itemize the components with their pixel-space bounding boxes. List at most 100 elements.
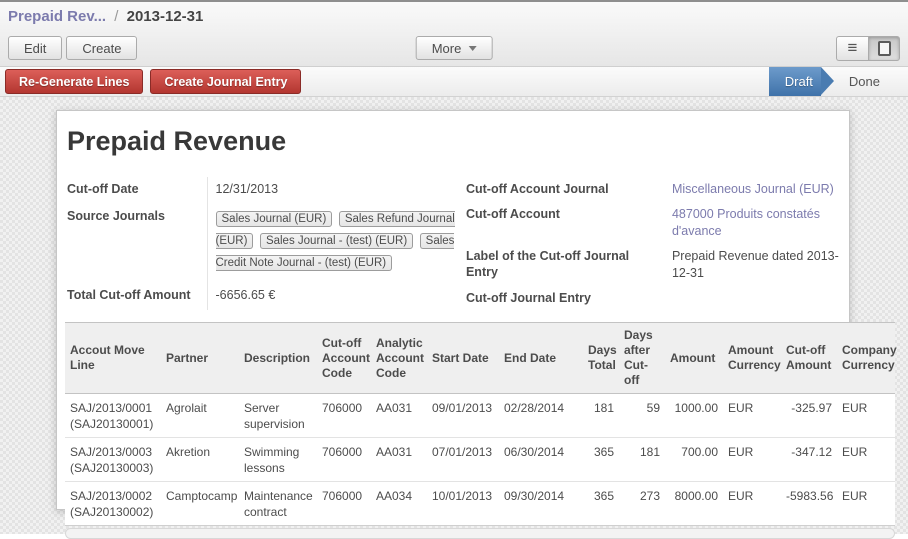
breadcrumb-parent-link[interactable]: Prepaid Rev... xyxy=(8,8,106,25)
cutoff-date-label: Cut-off Date xyxy=(67,177,207,204)
cutoff-account-link[interactable]: 487000 Produits constatés d'avance xyxy=(672,207,820,238)
table-cell[interactable]: SAJ/2013/0001 (SAJ20130001) xyxy=(65,394,161,438)
table-cell[interactable]: 706000 xyxy=(317,438,371,482)
column-header[interactable]: Amount Currency xyxy=(723,323,781,394)
journal-entry-label-value: Prepaid Revenue dated 2013-12-31 xyxy=(664,244,839,286)
table-cell[interactable]: Akretion xyxy=(161,438,239,482)
field-cutoff-account: Cut-off Account 487000 Produits constaté… xyxy=(466,202,839,244)
horizontal-scrollbar[interactable] xyxy=(65,528,895,539)
breadcrumb-separator: / xyxy=(110,8,122,25)
table-cell[interactable]: Maintenance contract xyxy=(239,482,317,526)
table-cell[interactable]: AA034 xyxy=(371,482,427,526)
table-cell[interactable]: 365 xyxy=(583,438,619,482)
table-cell[interactable]: 06/30/2014 xyxy=(499,438,583,482)
total-cutoff-amount-label: Total Cut-off Amount xyxy=(67,283,207,310)
cutoff-account-journal-link[interactable]: Miscellaneous Journal (EUR) xyxy=(672,182,834,196)
create-button[interactable]: Create xyxy=(66,36,137,60)
column-header[interactable]: Partner xyxy=(161,323,239,394)
cutoff-date-value: 12/31/2013 xyxy=(207,177,466,204)
field-cutoff-date: Cut-off Date 12/31/2013 xyxy=(67,177,466,204)
create-journal-entry-button[interactable]: Create Journal Entry xyxy=(150,69,301,94)
table-cell[interactable]: 07/01/2013 xyxy=(427,438,499,482)
toolbar: Edit Create More ≡ xyxy=(0,30,908,66)
table-cell[interactable]: 706000 xyxy=(317,482,371,526)
cutoff-journal-entry-label: Cut-off Journal Entry xyxy=(466,286,664,310)
list-view-button[interactable]: ≡ xyxy=(836,36,868,61)
table-cell[interactable]: 09/01/2013 xyxy=(427,394,499,438)
table-cell[interactable]: 365 xyxy=(583,482,619,526)
column-header[interactable]: Accout Move Line xyxy=(65,323,161,394)
table-cell[interactable]: -347.12 xyxy=(781,438,837,482)
table-cell[interactable]: 59 xyxy=(619,394,665,438)
list-view-icon: ≡ xyxy=(848,39,858,56)
chevron-down-icon xyxy=(468,46,476,51)
table-cell[interactable]: 1000.00 xyxy=(665,394,723,438)
field-cutoff-account-journal: Cut-off Account Journal Miscellaneous Jo… xyxy=(466,177,839,202)
table-cell[interactable]: 273 xyxy=(619,482,665,526)
left-field-group: Cut-off Date 12/31/2013 Source Journals … xyxy=(67,177,466,310)
table-cell[interactable]: 10/01/2013 xyxy=(427,482,499,526)
column-header[interactable]: Cut-off Amount xyxy=(781,323,837,394)
column-header[interactable]: Days after Cut-off xyxy=(619,323,665,394)
table-cell[interactable]: EUR xyxy=(837,394,895,438)
status-step-done: Done xyxy=(835,67,894,96)
table-cell[interactable]: EUR xyxy=(837,482,895,526)
table-cell[interactable]: 09/30/2014 xyxy=(499,482,583,526)
status-step-draft: Draft xyxy=(769,67,821,96)
breadcrumb-current: 2013-12-31 xyxy=(127,8,204,25)
table-cell[interactable]: 02/28/2014 xyxy=(499,394,583,438)
column-header[interactable]: Days Total xyxy=(583,323,619,394)
source-journals-tags: Sales Journal (EUR) Sales Refund Journal… xyxy=(207,204,466,283)
column-header[interactable]: Company Currency xyxy=(837,323,895,394)
form-fields: Cut-off Date 12/31/2013 Source Journals … xyxy=(67,177,839,310)
workflow-bar: Re-Generate Lines Create Journal Entry D… xyxy=(0,66,908,97)
table-cell[interactable]: EUR xyxy=(723,438,781,482)
cutoff-lines-table: Accout Move LinePartnerDescriptionCut-of… xyxy=(65,322,895,526)
column-header[interactable]: Amount xyxy=(665,323,723,394)
table-row[interactable]: SAJ/2013/0001 (SAJ20130001)AgrolaitServe… xyxy=(65,394,895,438)
column-header[interactable]: Analytic Account Code xyxy=(371,323,427,394)
total-cutoff-amount-value: -6656.65 € xyxy=(207,283,466,310)
table-cell[interactable]: -5983.56 xyxy=(781,482,837,526)
form-view-icon xyxy=(878,41,891,56)
cutoff-account-label: Cut-off Account xyxy=(466,202,664,244)
column-header[interactable]: End Date xyxy=(499,323,583,394)
table-cell[interactable]: 181 xyxy=(619,438,665,482)
table-cell[interactable]: 8000.00 xyxy=(665,482,723,526)
table-cell[interactable]: -325.97 xyxy=(781,394,837,438)
column-header[interactable]: Description xyxy=(239,323,317,394)
more-dropdown-button[interactable]: More xyxy=(416,36,493,60)
table-cell[interactable]: 181 xyxy=(583,394,619,438)
field-cutoff-journal-entry: Cut-off Journal Entry xyxy=(466,286,839,310)
table-cell[interactable]: EUR xyxy=(723,394,781,438)
table-cell[interactable]: SAJ/2013/0003 (SAJ20130003) xyxy=(65,438,161,482)
page-title: Prepaid Revenue xyxy=(67,125,839,157)
table-cell[interactable]: 700.00 xyxy=(665,438,723,482)
table-cell[interactable]: Swimming lessons xyxy=(239,438,317,482)
table-row[interactable]: SAJ/2013/0003 (SAJ20130003)AkretionSwimm… xyxy=(65,438,895,482)
statusbar: Draft Done xyxy=(769,67,908,96)
table-cell[interactable]: EUR xyxy=(723,482,781,526)
table-cell[interactable]: EUR xyxy=(837,438,895,482)
column-header[interactable]: Cut-off Account Code xyxy=(317,323,371,394)
table-cell[interactable]: Camptocamp xyxy=(161,482,239,526)
top-chrome: Prepaid Rev... / 2013-12-31 Edit Create … xyxy=(0,0,908,66)
regenerate-lines-button[interactable]: Re-Generate Lines xyxy=(5,69,143,94)
field-total-cutoff-amount: Total Cut-off Amount -6656.65 € xyxy=(67,283,466,310)
more-label: More xyxy=(432,41,462,56)
source-journals-label: Source Journals xyxy=(67,204,207,283)
table-cell[interactable]: AA031 xyxy=(371,438,427,482)
edit-button[interactable]: Edit xyxy=(8,36,62,60)
cutoff-journal-entry-value xyxy=(664,286,839,310)
table-cell[interactable]: AA031 xyxy=(371,394,427,438)
table-cell[interactable]: SAJ/2013/0002 (SAJ20130002) xyxy=(65,482,161,526)
column-header[interactable]: Start Date xyxy=(427,323,499,394)
form-view-button[interactable] xyxy=(868,36,900,61)
cutoff-lines-area: Accout Move LinePartnerDescriptionCut-of… xyxy=(65,322,895,539)
table-cell[interactable]: Server supervision xyxy=(239,394,317,438)
table-cell[interactable]: 706000 xyxy=(317,394,371,438)
field-journal-entry-label: Label of the Cut-off Journal Entry Prepa… xyxy=(466,244,839,286)
table-cell[interactable]: Agrolait xyxy=(161,394,239,438)
breadcrumb: Prepaid Rev... / 2013-12-31 xyxy=(0,2,908,30)
table-row[interactable]: SAJ/2013/0002 (SAJ20130002)CamptocampMai… xyxy=(65,482,895,526)
